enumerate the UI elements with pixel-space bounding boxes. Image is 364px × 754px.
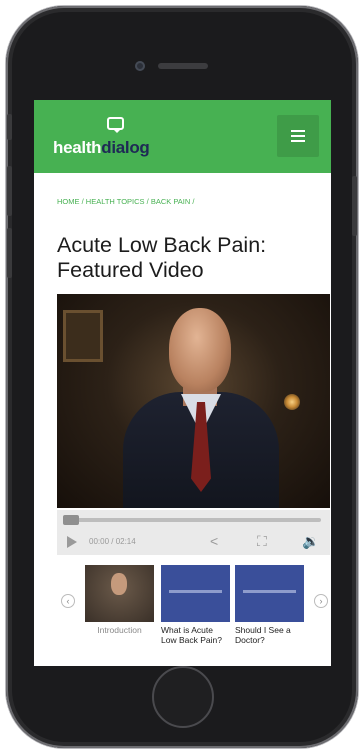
power-button <box>352 176 357 236</box>
progress-handle[interactable] <box>63 515 79 525</box>
time-display: 00:00 / 02:14 <box>89 537 136 546</box>
site-header: healthdialog <box>34 100 331 173</box>
logo-text-dialog: dialog <box>101 138 150 157</box>
related-video-label[interactable]: Introduction <box>85 625 154 635</box>
related-video-item[interactable]: Should I See a Doctor? <box>235 565 304 645</box>
background-picture-frame <box>63 310 103 362</box>
related-video-label[interactable]: Should I See a Doctor? <box>235 625 304 645</box>
breadcrumb-separator: / <box>146 197 149 206</box>
volume-down-button <box>7 228 12 278</box>
video-controls: 00:00 / 02:14 < ⛶ 🔉 <box>57 510 330 555</box>
phone-screen: healthdialog HOME / HEALTH TOPICS / BACK… <box>34 100 331 666</box>
breadcrumb-item-health-topics[interactable]: HEALTH TOPICS <box>86 197 145 206</box>
home-button[interactable] <box>152 666 214 728</box>
front-camera <box>135 61 145 71</box>
hamburger-menu-button[interactable] <box>277 115 319 157</box>
background-lamp <box>284 394 300 410</box>
breadcrumb-item-back-pain[interactable]: BACK PAIN <box>151 197 190 206</box>
page-title: Acute Low Back Pain: Featured Video <box>57 233 267 283</box>
breadcrumb-separator: / <box>192 197 195 206</box>
share-icon[interactable]: < <box>210 531 218 551</box>
logo-text-health: health <box>53 138 102 157</box>
video-thumbnail[interactable] <box>161 565 230 622</box>
related-videos-carousel: ‹ Introduction What is Acute Low Back Pa… <box>57 565 330 665</box>
chevron-right-icon[interactable]: › <box>314 594 328 608</box>
progress-bar[interactable] <box>63 515 321 525</box>
related-video-label[interactable]: What is Acute Low Back Pain? <box>161 625 230 645</box>
site-logo[interactable]: healthdialog <box>53 138 150 158</box>
volume-up-button <box>7 166 12 216</box>
volume-icon[interactable]: 🔉 <box>302 531 319 551</box>
mute-switch <box>7 114 12 140</box>
chat-bubble-icon <box>107 117 124 133</box>
hamburger-menu-icon <box>291 140 305 142</box>
chevron-left-icon[interactable]: ‹ <box>61 594 75 608</box>
video-thumbnail[interactable] <box>235 565 304 622</box>
related-video-item[interactable]: What is Acute Low Back Pain? <box>161 565 230 645</box>
thumbnail-title-card <box>243 590 296 593</box>
video-player[interactable] <box>57 294 330 508</box>
earpiece-speaker <box>158 63 208 69</box>
breadcrumb-separator: / <box>81 197 84 206</box>
play-icon[interactable] <box>67 536 77 548</box>
hamburger-menu-icon <box>291 130 305 132</box>
hamburger-menu-icon <box>291 135 305 137</box>
video-thumbnail[interactable] <box>85 565 154 622</box>
breadcrumb: HOME / HEALTH TOPICS / BACK PAIN / <box>57 197 195 206</box>
breadcrumb-item-home[interactable]: HOME <box>57 197 80 206</box>
fullscreen-icon[interactable]: ⛶ <box>257 531 267 551</box>
presenter-head <box>169 308 231 392</box>
thumbnail-title-card <box>169 590 222 593</box>
related-video-item[interactable]: Introduction <box>85 565 154 635</box>
